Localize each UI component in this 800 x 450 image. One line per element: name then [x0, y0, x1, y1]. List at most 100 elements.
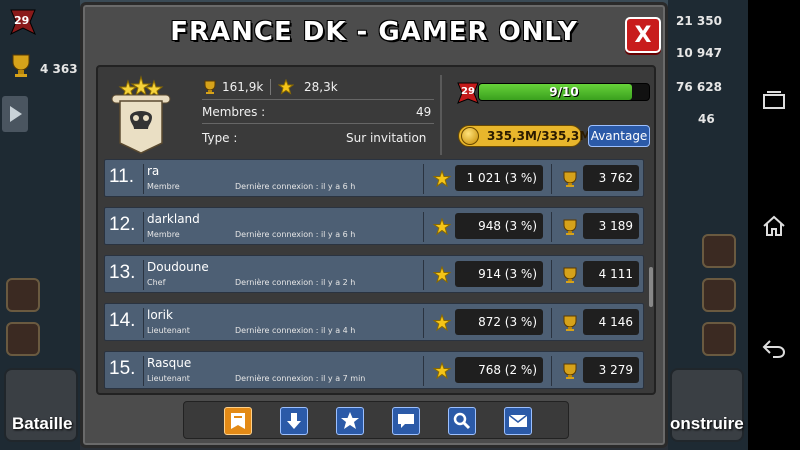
members-list[interactable]: 11. ra Membre Dernière connexion : il y a 6… [104, 159, 648, 391]
mail-icon [508, 414, 528, 427]
clan-trophies: 161,9k [222, 80, 264, 94]
row-separator [423, 164, 424, 194]
star-icon [433, 362, 451, 380]
clan-emblem-icon [106, 73, 176, 154]
left-trophy-icon [8, 52, 34, 78]
level-badge-icon: 29 [456, 81, 480, 105]
stats-divider [202, 99, 434, 100]
row-separator [423, 356, 424, 386]
members-value: 49 [416, 105, 432, 119]
back-icon[interactable] [760, 334, 788, 362]
row-separator [423, 212, 424, 242]
member-name: ra [147, 164, 160, 178]
member-row[interactable]: 12. darkland Membre Dernière connexion : il… [104, 207, 644, 245]
stat-separator [270, 79, 271, 95]
advantage-button[interactable]: Avantage [588, 125, 650, 147]
member-stars: 914 (3 %) [455, 261, 543, 287]
row-separator [551, 356, 552, 386]
star-icon [277, 78, 295, 99]
search-button[interactable] [448, 407, 476, 435]
row-separator [423, 260, 424, 290]
play-icon[interactable] [2, 96, 28, 132]
list-scrollbar[interactable] [649, 267, 653, 307]
left-scroll-icon[interactable] [6, 322, 40, 356]
android-nav-bar [748, 0, 800, 450]
clan-panel: 161,9k 28,3k Membres : 49 Type : Sur inv… [96, 65, 656, 395]
member-row[interactable]: 11. ra Membre Dernière connexion : il y a 6… [104, 159, 644, 197]
member-row[interactable]: 14. lorik Lieutenant Dernière connexion : i… [104, 303, 644, 341]
row-separator [551, 260, 552, 290]
member-role: Membre [147, 230, 180, 239]
member-trophies: 3 762 [583, 165, 639, 191]
type-label: Type : [202, 131, 238, 145]
trophy-icon [563, 171, 577, 187]
member-rank: 12. [109, 214, 136, 235]
left-level-badge: 29 [8, 6, 38, 36]
type-value: Sur invitation [346, 131, 427, 145]
row-separator [551, 308, 552, 338]
trophy-icon [563, 267, 577, 283]
member-trophies: 4 146 [583, 309, 639, 335]
recent-apps-icon[interactable] [760, 86, 788, 114]
left-medal-icon[interactable] [6, 278, 40, 312]
member-stars: 872 (3 %) [455, 309, 543, 335]
banner-button[interactable] [224, 407, 252, 435]
row-separator [551, 212, 552, 242]
member-role: Lieutenant [147, 326, 190, 335]
rank-separator [143, 356, 144, 386]
member-trophies: 3 279 [583, 357, 639, 383]
member-row[interactable]: 15. Rasque Lieutenant Dernière connexion : … [104, 351, 644, 389]
star-icon [433, 218, 451, 236]
member-last-login: Dernière connexion : il y a 2 h [235, 278, 356, 287]
search-icon [453, 412, 471, 430]
right-clan-icon[interactable] [702, 234, 736, 268]
level-progress-text: 9/10 [549, 85, 579, 99]
close-button[interactable]: X [625, 17, 661, 53]
trophy-icon [563, 363, 577, 379]
member-name: Rasque [147, 356, 192, 370]
member-role: Chef [147, 278, 166, 287]
left-trophy-value: 4 363 [40, 62, 78, 76]
rank-separator [143, 260, 144, 290]
battle-label: Bataille [12, 414, 73, 433]
clan-stars: 28,3k [304, 80, 338, 94]
build-label: onstruire [670, 414, 744, 433]
right-stat-3: 76 628 [676, 80, 722, 94]
member-last-login: Dernière connexion : il y a 7 min [235, 374, 366, 383]
member-last-login: Dernière connexion : il y a 4 h [235, 326, 356, 335]
member-rank: 14. [109, 310, 136, 331]
right-stat-1: 21 350 [676, 14, 722, 28]
trophy-icon [202, 79, 218, 99]
member-name: lorik [147, 308, 173, 322]
gold-coin-icon [461, 127, 479, 145]
banner-icon [231, 413, 245, 429]
mail-button[interactable] [504, 407, 532, 435]
rank-separator [143, 308, 144, 338]
arrow-down-button[interactable] [280, 407, 308, 435]
member-row[interactable]: 13. Doudoune Chef Dernière connexion : il y… [104, 255, 644, 293]
member-last-login: Dernière connexion : il y a 6 h [235, 230, 356, 239]
star-button[interactable] [336, 407, 364, 435]
member-name: darkland [147, 212, 200, 226]
right-stat-4: 46 [698, 112, 715, 126]
level-value: 29 [461, 86, 475, 97]
modal-title: FRANCE DK - GAMER ONLY [170, 17, 578, 47]
chat-button[interactable] [392, 407, 420, 435]
trophy-icon [563, 315, 577, 331]
left-level-value: 29 [14, 14, 30, 27]
rank-separator [143, 212, 144, 242]
right-map-icon[interactable] [702, 278, 736, 312]
gold-value: 335,3M/335,3M [487, 129, 592, 143]
member-stars: 1 021 (3 %) [455, 165, 543, 191]
header-divider [440, 75, 442, 155]
member-role: Membre [147, 182, 180, 191]
right-chest-icon[interactable] [702, 322, 736, 356]
gold-display: 335,3M/335,3M [458, 125, 591, 147]
member-role: Lieutenant [147, 374, 190, 383]
member-stars: 948 (3 %) [455, 213, 543, 239]
home-icon[interactable] [760, 212, 788, 240]
chat-icon [398, 414, 414, 428]
star-icon [433, 266, 451, 284]
row-separator [423, 308, 424, 338]
member-stars: 768 (2 %) [455, 357, 543, 383]
